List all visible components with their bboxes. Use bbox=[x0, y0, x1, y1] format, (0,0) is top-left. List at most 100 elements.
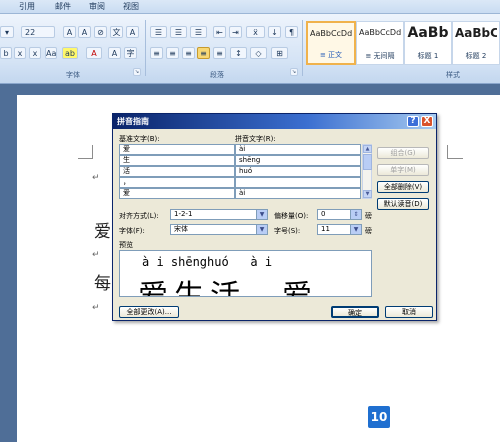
shading-icon[interactable]: ◇ bbox=[250, 47, 267, 59]
default-reading-button[interactable]: 默认读音(D) bbox=[377, 198, 429, 210]
document-text-line-1: 爱 bbox=[94, 222, 111, 242]
watermark-url: www.qdhuajin.com bbox=[394, 422, 470, 431]
style-heading-1[interactable]: AaBb 标题 1 bbox=[404, 21, 452, 65]
decrease-indent-icon[interactable]: ⇤ bbox=[213, 26, 226, 38]
ruby-text-field[interactable]: huó bbox=[235, 166, 361, 177]
distribute-icon[interactable]: ≡ bbox=[213, 47, 226, 59]
style-no-spacing[interactable]: AaBbCcDd ≡ 无间隔 bbox=[356, 21, 404, 65]
group-divider bbox=[302, 20, 303, 76]
align-center-icon[interactable]: ≡ bbox=[166, 47, 179, 59]
preview-label: 预览 bbox=[119, 241, 133, 249]
offset-stepper[interactable]: 0 ⇕ bbox=[317, 209, 362, 220]
scroll-thumb[interactable] bbox=[363, 154, 372, 170]
align-left-icon[interactable]: ≡ bbox=[150, 47, 163, 59]
style-sample: AaBb bbox=[407, 25, 449, 41]
font-name-combo[interactable]: ▾ bbox=[0, 26, 14, 38]
line-spacing-icon[interactable]: ↕ bbox=[230, 47, 247, 59]
offset-value: 0 bbox=[321, 210, 326, 218]
clear-all-button[interactable]: 全部删除(V) bbox=[377, 181, 429, 193]
alignment-value: 1-2-1 bbox=[174, 210, 193, 218]
font-size-combo[interactable]: 22 bbox=[21, 26, 55, 38]
tab-references[interactable]: 引用 bbox=[19, 1, 35, 12]
dialog-title[interactable]: 拼音指南 bbox=[113, 114, 436, 129]
style-normal[interactable]: AaBbCcDd ≡ 正文 bbox=[306, 21, 356, 65]
base-text-field[interactable]: ， bbox=[119, 177, 235, 188]
enclose-char-icon[interactable]: 字 bbox=[124, 47, 137, 59]
chinese-layout-icon[interactable]: ẍ bbox=[246, 26, 265, 38]
group-divider bbox=[145, 20, 146, 76]
tab-view[interactable]: 视图 bbox=[123, 1, 139, 12]
tab-mailings[interactable]: 邮件 bbox=[55, 1, 71, 12]
document-text-line-2: 每 bbox=[94, 274, 111, 294]
char-shading-icon[interactable]: A bbox=[108, 47, 121, 59]
ribbon: ▾ 22 A A ⊘ 文 A b x x Aa ab A A 字 字体 ↘ ☰ … bbox=[0, 14, 500, 84]
phonetic-guide-icon[interactable]: 文 bbox=[110, 26, 123, 38]
paragraph-group-label: 段落 bbox=[210, 71, 224, 79]
align-right-icon[interactable]: ≡ bbox=[182, 47, 195, 59]
base-text-field[interactable]: 生 bbox=[119, 155, 235, 166]
ruby-text-field[interactable]: shēng bbox=[235, 155, 361, 166]
font-value: 宋体 bbox=[174, 225, 188, 233]
ruby-text-field[interactable]: ài bbox=[235, 144, 361, 155]
base-text-field[interactable]: 活 bbox=[119, 166, 235, 177]
alignment-select[interactable]: 1-2-1 ▼ bbox=[170, 209, 268, 220]
preview-base: 爱生活，爱 bbox=[138, 279, 318, 297]
clear-format-icon[interactable]: ⊘ bbox=[94, 26, 107, 38]
grow-font-icon[interactable]: A bbox=[63, 26, 76, 38]
justify-icon[interactable]: ≡ bbox=[197, 47, 210, 59]
shrink-font-icon[interactable]: A bbox=[78, 26, 91, 38]
superscript-icon[interactable]: x bbox=[29, 47, 41, 59]
ruby-text-label: 拼音文字(R): bbox=[235, 135, 276, 143]
style-name: 标题 2 bbox=[465, 52, 487, 60]
cancel-button[interactable]: 取消 bbox=[385, 306, 433, 318]
size-select[interactable]: 11 ▼ bbox=[317, 224, 362, 235]
single-char-button[interactable]: 单字(M) bbox=[377, 164, 429, 176]
stepper-arrows-icon: ⇕ bbox=[350, 210, 361, 219]
style-name: ≡ 无间隔 bbox=[365, 52, 395, 60]
offset-unit: 磅 bbox=[365, 212, 372, 220]
change-all-button[interactable]: 全部更改(A)... bbox=[119, 306, 179, 318]
style-sample: AaBbCcDd bbox=[310, 29, 352, 38]
bullets-icon[interactable]: ☰ bbox=[150, 26, 167, 38]
offset-label: 偏移量(O): bbox=[274, 212, 309, 220]
base-text-field[interactable]: 爱 bbox=[119, 188, 235, 199]
ruby-text-field[interactable]: ài bbox=[235, 188, 361, 199]
size-value: 11 bbox=[321, 225, 330, 233]
sort-icon[interactable]: ↓ bbox=[268, 26, 281, 38]
font-select[interactable]: 宋体 ▼ bbox=[170, 224, 268, 235]
crop-mark bbox=[447, 145, 448, 159]
crop-mark bbox=[447, 158, 463, 159]
tab-review[interactable]: 审阅 bbox=[89, 1, 105, 12]
show-marks-icon[interactable]: ¶ bbox=[285, 26, 298, 38]
base-text-field[interactable]: 爱 bbox=[119, 144, 235, 155]
crop-mark bbox=[92, 145, 93, 159]
font-group-label: 字体 bbox=[66, 71, 80, 79]
increase-indent-icon[interactable]: ⇥ bbox=[229, 26, 242, 38]
char-border-icon[interactable]: A bbox=[126, 26, 139, 38]
numbering-icon[interactable]: ☰ bbox=[170, 26, 187, 38]
combine-button[interactable]: 组合(G) bbox=[377, 147, 429, 159]
ok-button[interactable]: 确定 bbox=[331, 306, 379, 318]
bold-icon[interactable]: b bbox=[0, 47, 12, 59]
close-button[interactable]: X bbox=[421, 116, 433, 127]
ruby-text-field[interactable] bbox=[235, 177, 361, 188]
phonetic-guide-dialog: 拼音指南 ? X 基准文字(B): 拼音文字(R): 爱 ài 生 shēng … bbox=[112, 113, 437, 321]
scroll-up-icon[interactable]: ▲ bbox=[363, 145, 372, 153]
multilevel-list-icon[interactable]: ☰ bbox=[190, 26, 207, 38]
change-case-icon[interactable]: Aa bbox=[45, 47, 57, 59]
paragraph-mark: ↵ bbox=[92, 303, 100, 313]
borders-icon[interactable]: ⊞ bbox=[271, 47, 288, 59]
style-name: 标题 1 bbox=[417, 52, 439, 60]
crop-mark bbox=[78, 158, 92, 159]
style-heading-2[interactable]: AaBbC 标题 2 bbox=[452, 21, 500, 65]
preview-box: à i shēnghuó à i 爱生活，爱 bbox=[119, 250, 372, 297]
help-button[interactable]: ? bbox=[407, 116, 419, 127]
font-color-icon[interactable]: A bbox=[86, 47, 102, 59]
strike-icon[interactable]: x bbox=[14, 47, 26, 59]
scroll-down-icon[interactable]: ▼ bbox=[363, 190, 372, 198]
preview-ruby: à i shēnghuó à i bbox=[142, 255, 273, 269]
paragraph-dialog-launcher-icon[interactable]: ↘ bbox=[290, 68, 298, 76]
paragraph-mark: ↵ bbox=[92, 250, 100, 260]
highlight-icon[interactable]: ab bbox=[62, 47, 78, 59]
font-dialog-launcher-icon[interactable]: ↘ bbox=[133, 68, 141, 76]
